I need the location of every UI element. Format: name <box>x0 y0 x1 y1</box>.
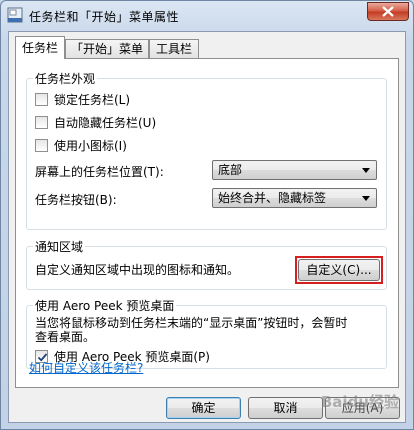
tab-panel: 任务栏外观 锁定任务栏(L) 自动隐藏任务栏(U) 使用小图标(I) 屏幕上的任… <box>15 58 399 388</box>
close-button[interactable] <box>367 2 409 21</box>
notification-description: 自定义通知区域中出现的图标和通知。 <box>35 263 240 277</box>
help-link[interactable]: 如何自定义该任务栏? <box>29 359 143 376</box>
small-icons-row[interactable]: 使用小图标(I) <box>35 137 127 153</box>
appearance-group: 任务栏外观 锁定任务栏(L) 自动隐藏任务栏(U) 使用小图标(I) 屏幕上的任… <box>26 70 387 230</box>
lock-taskbar-row[interactable]: 锁定任务栏(L) <box>35 91 130 107</box>
aero-peek-group-title: 使用 Aero Peek 预览桌面 <box>33 297 177 314</box>
dropdown-arrow-icon <box>362 196 370 201</box>
watermark: Baidu经验 <box>320 393 399 411</box>
close-icon <box>382 6 394 17</box>
taskbar-buttons-value: 始终合并、隐藏标签 <box>218 191 327 205</box>
dropdown-arrow-icon <box>362 168 370 173</box>
lock-taskbar-label: 锁定任务栏(L) <box>54 92 131 107</box>
small-icons-checkbox[interactable] <box>35 138 48 152</box>
taskbar-buttons-select[interactable]: 始终合并、隐藏标签 <box>212 188 377 208</box>
autohide-label: 自动隐藏任务栏(U) <box>54 115 157 130</box>
location-label: 屏幕上的任务栏位置(T): <box>35 165 164 179</box>
cancel-button[interactable]: 取消 <box>248 397 323 419</box>
tab-start-menu[interactable]: 「开始」菜单 <box>65 39 149 58</box>
autohide-checkbox[interactable] <box>35 115 48 129</box>
notification-group-title: 通知区域 <box>33 238 86 255</box>
appearance-group-title: 任务栏外观 <box>33 70 98 87</box>
tab-taskbar[interactable]: 任务栏 <box>15 36 65 59</box>
window-title: 任务栏和「开始」菜单属性 <box>29 10 180 24</box>
title-bar[interactable]: 任务栏和「开始」菜单属性 <box>1 1 413 31</box>
notification-group: 通知区域 自定义通知区域中出现的图标和通知。 自定义(C)... <box>26 238 387 290</box>
autohide-row[interactable]: 自动隐藏任务栏(U) <box>35 114 156 130</box>
location-select[interactable]: 底部 <box>212 160 377 180</box>
dialog-client: 任务栏 「开始」菜单 工具栏 任务栏外观 锁定任务栏(L) 自动隐藏任务栏(U)… <box>8 31 406 423</box>
aero-peek-description-line2: 查看桌面。 <box>35 330 96 344</box>
tab-toolbars[interactable]: 工具栏 <box>149 39 199 58</box>
location-select-value: 底部 <box>218 163 243 177</box>
highlight-box <box>295 256 383 284</box>
properties-window: 任务栏和「开始」菜单属性 任务栏 「开始」菜单 工具栏 任务栏外观 锁定任务栏(… <box>0 0 414 430</box>
ok-button[interactable]: 确定 <box>166 397 241 419</box>
taskbar-properties-icon <box>7 7 23 23</box>
buttons-label: 任务栏按钮(B): <box>35 193 117 207</box>
small-icons-label: 使用小图标(I) <box>54 138 127 153</box>
lock-taskbar-checkbox[interactable] <box>35 92 48 106</box>
